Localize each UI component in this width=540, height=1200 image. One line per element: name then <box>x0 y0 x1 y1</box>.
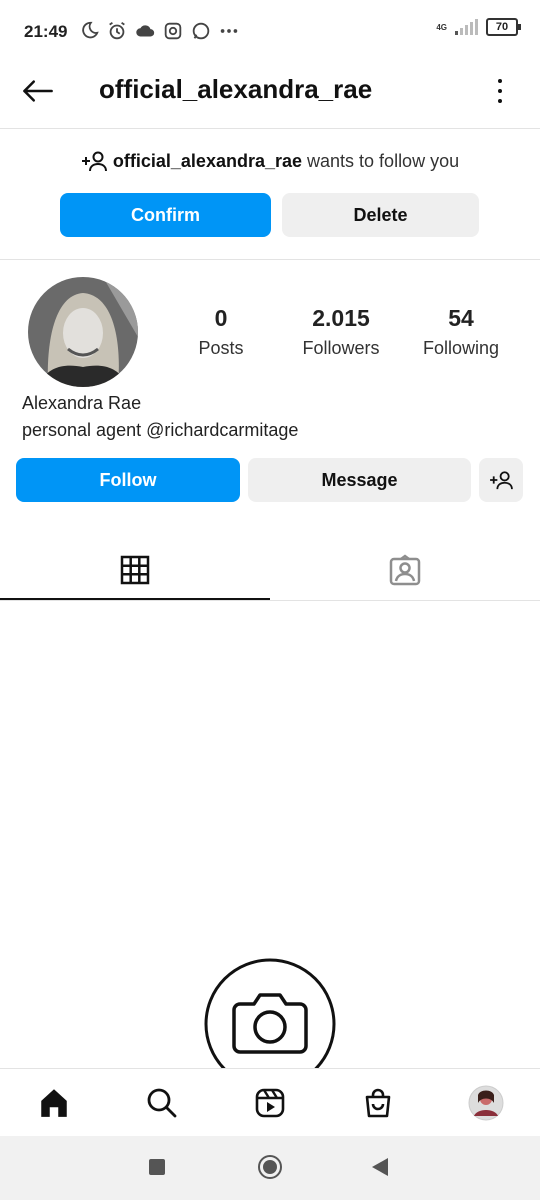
instagram-icon <box>164 22 182 40</box>
whatsapp-icon <box>192 22 210 40</box>
profile-avatar[interactable] <box>28 277 138 387</box>
signal-icon <box>455 19 478 35</box>
recent-apps-button[interactable] <box>149 1159 165 1175</box>
header-divider <box>0 128 540 129</box>
home-icon <box>41 1089 67 1117</box>
cloud-icon <box>136 25 155 37</box>
page-title: official_alexandra_rae <box>99 74 373 104</box>
tab-posts-grid[interactable] <box>0 550 270 590</box>
home-dot-icon <box>263 1160 277 1174</box>
search-icon <box>147 1088 177 1118</box>
following-count: 54 <box>448 305 474 331</box>
followers-count: 2.015 <box>312 305 370 331</box>
grid-icon <box>120 555 150 585</box>
nav-reels[interactable] <box>250 1083 290 1123</box>
followers-label: Followers <box>302 338 380 358</box>
profile-bio: personal agent @richardcarmitage <box>22 420 299 440</box>
request-text: wants to follow you <box>302 150 460 171</box>
request-divider <box>0 259 540 260</box>
status-icons <box>78 20 240 42</box>
camera-icon <box>204 958 336 1068</box>
profile-name: Alexandra Rae <box>22 393 142 413</box>
request-username[interactable]: official_alexandra_rae <box>113 151 302 172</box>
shop-icon <box>365 1088 391 1118</box>
nav-profile[interactable] <box>466 1083 506 1123</box>
status-right: 4G 70 <box>436 18 521 36</box>
suggested-users-button[interactable] <box>479 458 523 502</box>
posts-stat[interactable]: 0 Posts <box>166 305 276 359</box>
follow-request-banner: official_alexandra_rae wants to follow y… <box>0 150 540 172</box>
status-time: 21:49 <box>24 22 68 41</box>
more-notifications-icon <box>220 29 238 33</box>
posts-label: Posts <box>198 338 244 358</box>
tab-tagged[interactable] <box>270 550 540 590</box>
following-label: Following <box>422 338 500 358</box>
add-person-icon <box>81 151 107 172</box>
delete-button[interactable]: Delete <box>282 193 479 237</box>
no-posts-area <box>204 958 336 1068</box>
options-menu-icon[interactable] <box>490 76 510 106</box>
message-button[interactable]: Message <box>248 458 471 502</box>
tabs-divider <box>0 600 540 601</box>
network-type: 4G <box>436 22 447 32</box>
nav-home[interactable] <box>34 1083 74 1123</box>
moon-icon <box>82 21 99 39</box>
status-bar: 21:49 4G 70 <box>0 0 540 62</box>
add-person-icon <box>490 471 513 490</box>
home-system-button[interactable] <box>258 1155 282 1179</box>
following-stat[interactable]: 54 Following <box>406 305 516 359</box>
reels-icon <box>255 1088 285 1118</box>
profile-avatar-icon <box>468 1085 504 1121</box>
posts-count: 0 <box>214 305 228 331</box>
confirm-button[interactable]: Confirm <box>60 193 271 237</box>
profile-photo <box>28 277 138 387</box>
back-arrow-icon <box>23 80 53 102</box>
nav-search[interactable] <box>142 1083 182 1123</box>
follow-button[interactable]: Follow <box>16 458 240 502</box>
battery-icon: 70 <box>486 18 521 36</box>
nav-shop[interactable] <box>358 1083 398 1123</box>
back-button[interactable] <box>18 72 58 110</box>
followers-stat[interactable]: 2.015 Followers <box>286 305 396 359</box>
back-system-button[interactable] <box>372 1158 388 1176</box>
alarm-icon <box>109 21 125 40</box>
tagged-icon <box>389 554 421 586</box>
